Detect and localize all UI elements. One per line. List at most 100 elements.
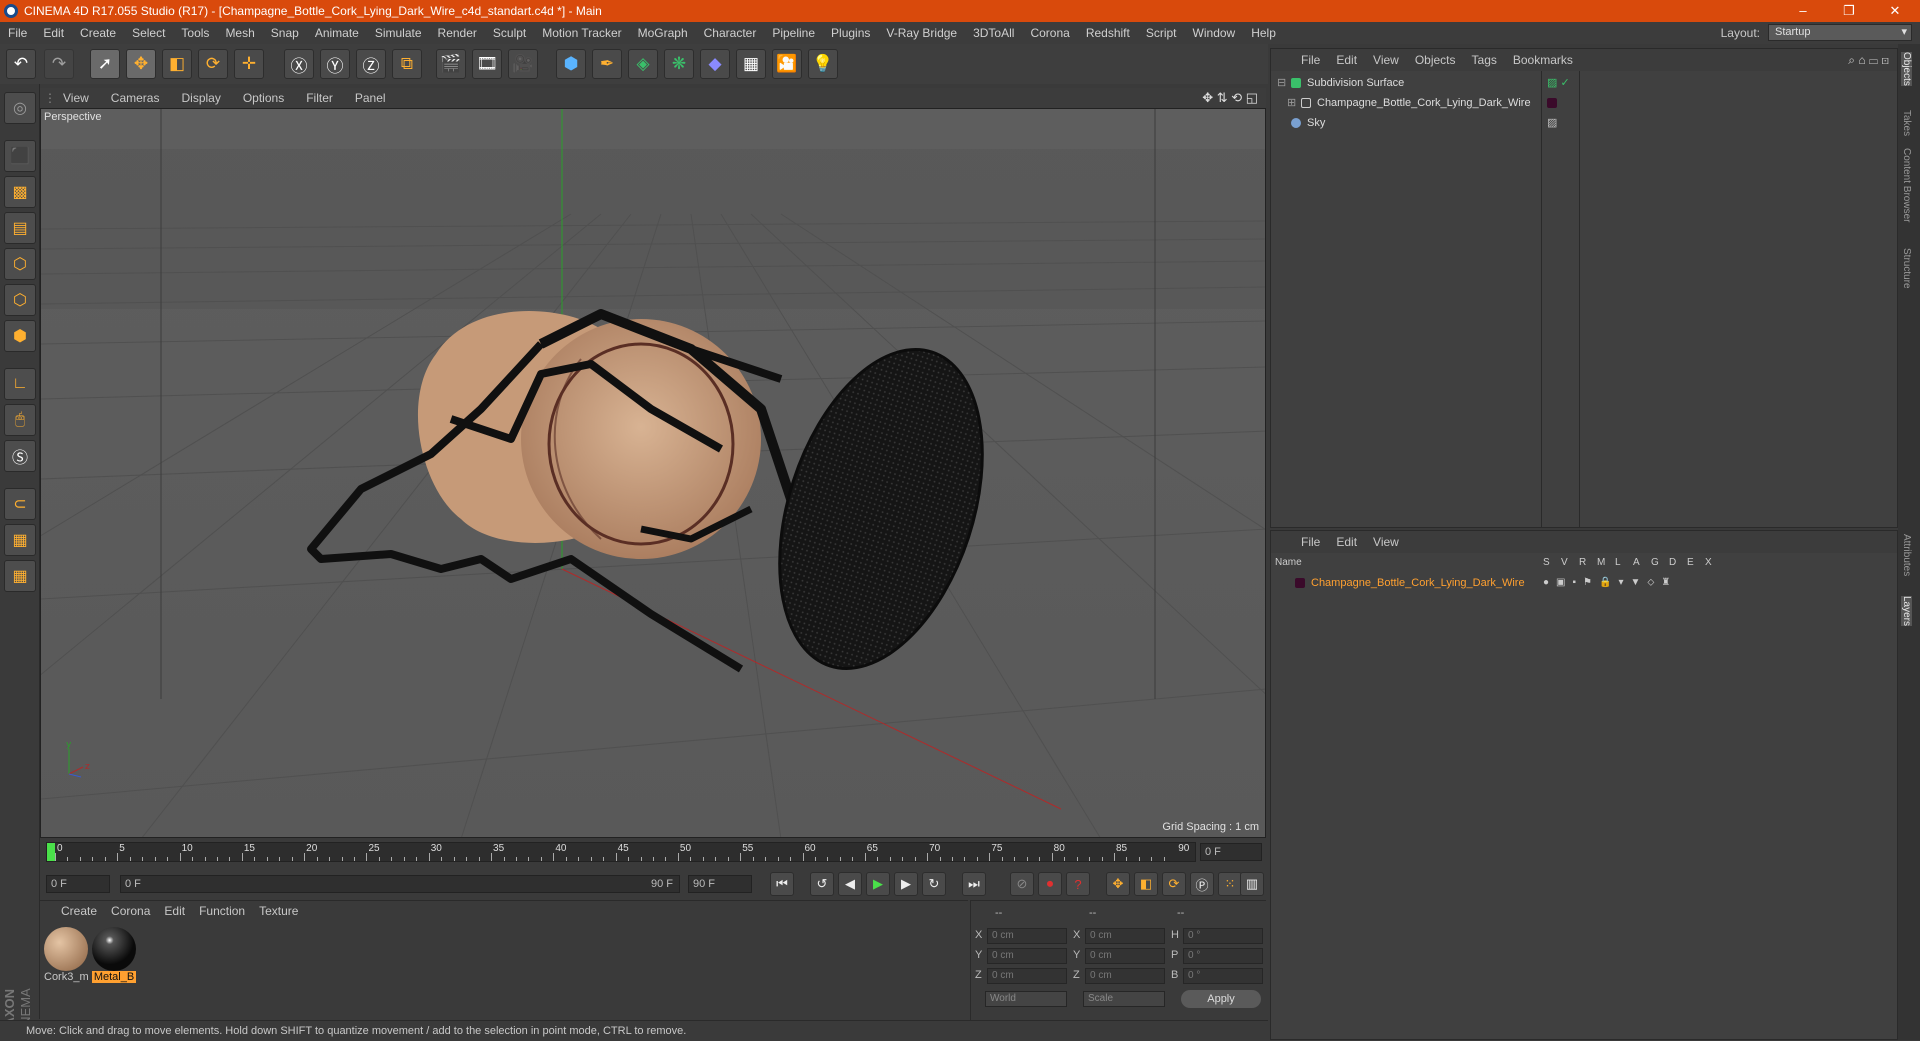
material-swatch-metal[interactable] (92, 927, 136, 971)
perspective-viewport[interactable]: y z Perspective Grid Spacing : 1 cm (40, 108, 1266, 838)
menu-redshift[interactable]: Redshift (1078, 26, 1138, 40)
object-menu-objects[interactable]: Objects (1407, 53, 1464, 67)
layer-row[interactable]: Champagne_Bottle_Cork_Lying_Dark_Wire ●▣… (1271, 573, 1897, 593)
current-frame-field[interactable]: 0 F (1200, 843, 1262, 861)
menu-snap[interactable]: Snap (263, 26, 307, 40)
minimize-button[interactable]: – (1780, 0, 1826, 22)
y-axis-button[interactable]: Ⓨ (320, 49, 350, 79)
go-to-end-button[interactable]: ⏭ (962, 872, 986, 896)
edges-mode-button[interactable]: ⬡ (4, 284, 36, 316)
frame-ruler[interactable]: 0 5 10 15 20 25 30 35 40 45 50 55 60 65 70 75 80 85 90 (46, 842, 1196, 862)
redo-button[interactable]: ↷ (44, 49, 74, 79)
menu-3dtoall[interactable]: 3DToAll (965, 26, 1022, 40)
add-cube-button[interactable]: ⬢ (556, 49, 586, 79)
viewport-navigation-icons[interactable]: ✥ ⇅ ⟲ ◱ (1202, 90, 1258, 106)
playhead-marker[interactable] (47, 843, 55, 861)
side-tab-takes[interactable]: Takes (1901, 110, 1912, 136)
layout-dropdown[interactable]: Startup ▾ (1768, 24, 1912, 41)
search-icon[interactable]: ⌕ ⌂ ▭ ⊡ (1848, 53, 1889, 68)
viewport-menu-options[interactable]: Options (232, 91, 295, 105)
restore-button[interactable]: ❐ (1826, 0, 1872, 22)
scale-tool-button[interactable]: ◧ (162, 49, 192, 79)
menu-help[interactable]: Help (1243, 26, 1284, 40)
key-rotation-button[interactable]: ⟳ (1162, 872, 1186, 896)
menu-animate[interactable]: Animate (307, 26, 367, 40)
layer-color-icon[interactable] (1547, 98, 1557, 108)
coordinate-system-dropdown[interactable]: World (985, 991, 1067, 1007)
rotation-b-field[interactable]: 0 ° (1183, 968, 1263, 984)
render-settings-button[interactable]: 🎥 (508, 49, 538, 79)
add-spline-button[interactable]: ✒ (592, 49, 622, 79)
layer-flag-icons[interactable]: ●▣▪⚑🔒▾▼⬦♜ (1543, 573, 1677, 593)
workplane-mode-button[interactable]: ▤ (4, 212, 36, 244)
object-menu-file[interactable]: File (1293, 53, 1328, 67)
side-tab-structure[interactable]: Structure (1901, 248, 1912, 289)
material-menu-corona[interactable]: Corona (104, 904, 157, 918)
add-light-button[interactable]: 💡 (808, 49, 838, 79)
object-menu-view[interactable]: View (1365, 53, 1407, 67)
previous-key-button[interactable]: ↺ (810, 872, 834, 896)
texture-mode-button[interactable]: ▩ (4, 176, 36, 208)
viewport-menu-view[interactable]: View (52, 91, 100, 105)
object-tags-sky[interactable]: ▨ (1547, 113, 1557, 133)
size-mode-dropdown[interactable]: Scale (1083, 991, 1165, 1007)
last-tool-button[interactable]: ✛ (234, 49, 264, 79)
menu-tools[interactable]: Tools (173, 26, 217, 40)
layer-color-icon[interactable] (1295, 578, 1305, 588)
material-menu-create[interactable]: Create (54, 904, 104, 918)
menu-file[interactable]: File (0, 26, 35, 40)
side-tab-layers[interactable]: Layers (1901, 596, 1912, 627)
side-tab-objects[interactable]: Objects (1901, 52, 1912, 86)
menu-create[interactable]: Create (72, 26, 124, 40)
add-floor-button[interactable]: ▦ (736, 49, 766, 79)
menu-simulate[interactable]: Simulate (367, 26, 430, 40)
menu-pipeline[interactable]: Pipeline (764, 26, 823, 40)
menu-select[interactable]: Select (124, 26, 173, 40)
rotation-p-field[interactable]: 0 ° (1183, 948, 1263, 964)
material-menu-texture[interactable]: Texture (252, 904, 305, 918)
add-mograph-button[interactable]: ❋ (664, 49, 694, 79)
next-frame-button[interactable]: ▶ (894, 872, 918, 896)
menu-mesh[interactable]: Mesh (217, 26, 262, 40)
render-to-picture-viewer-button[interactable]: 🎞 (472, 49, 502, 79)
render-view-button[interactable]: 🎬 (436, 49, 466, 79)
motion-record-button[interactable]: ⊘ (1010, 872, 1034, 896)
object-row-cork-wire[interactable]: ⊞ Champagne_Bottle_Cork_Lying_Dark_Wire (1271, 93, 1897, 113)
material-swatch-cork[interactable] (44, 927, 88, 971)
menu-mograph[interactable]: MoGraph (630, 26, 696, 40)
frame-range-slider[interactable]: 0 F 90 F (120, 875, 680, 893)
key-parameter-button[interactable]: Ⓟ (1190, 872, 1214, 896)
tweak-mode-button[interactable]: 🖱 (4, 404, 36, 436)
viewport-menu-filter[interactable]: Filter (295, 91, 344, 105)
start-frame-field[interactable]: 0 F (46, 875, 110, 893)
viewport-menu-display[interactable]: Display (170, 91, 231, 105)
menu-motion-tracker[interactable]: Motion Tracker (534, 26, 629, 40)
viewport-menu-cameras[interactable]: Cameras (100, 91, 171, 105)
object-tags-subdivision[interactable]: ▨ ✓ (1547, 73, 1570, 93)
side-tab-content-browser[interactable]: Content Browser (1901, 148, 1912, 222)
coordinate-system-button[interactable]: ⧉ (392, 49, 422, 79)
record-active-objects-button[interactable]: ⏺ (1038, 872, 1062, 896)
object-menu-edit[interactable]: Edit (1328, 53, 1365, 67)
size-z-field[interactable]: 0 cm (1085, 968, 1165, 984)
end-frame-field[interactable]: 90 F (688, 875, 752, 893)
go-to-start-button[interactable]: ⏮ (770, 872, 794, 896)
undo-button[interactable]: ↶ (6, 49, 36, 79)
menu-edit[interactable]: Edit (35, 26, 72, 40)
menu-window[interactable]: Window (1185, 26, 1244, 40)
material-menu-edit[interactable]: Edit (157, 904, 192, 918)
key-pla-button[interactable]: ⁙ (1218, 872, 1242, 896)
menu-render[interactable]: Render (430, 26, 485, 40)
object-row-sky[interactable]: Sky ▨ (1271, 113, 1897, 133)
add-camera-button[interactable]: 🎦 (772, 49, 802, 79)
menu-plugins[interactable]: Plugins (823, 26, 878, 40)
magnet-button[interactable]: ⊂ (4, 488, 36, 520)
menu-sculpt[interactable]: Sculpt (485, 26, 534, 40)
close-button[interactable]: ✕ (1872, 0, 1918, 22)
add-deformer-button[interactable]: ◆ (700, 49, 730, 79)
snap-button[interactable]: Ⓢ (4, 440, 36, 472)
side-tab-attributes[interactable]: Attributes (1901, 534, 1912, 576)
play-button[interactable]: ▶ (866, 872, 890, 896)
material-menu-function[interactable]: Function (192, 904, 252, 918)
expand-icon[interactable]: ⊟ (1277, 73, 1286, 93)
